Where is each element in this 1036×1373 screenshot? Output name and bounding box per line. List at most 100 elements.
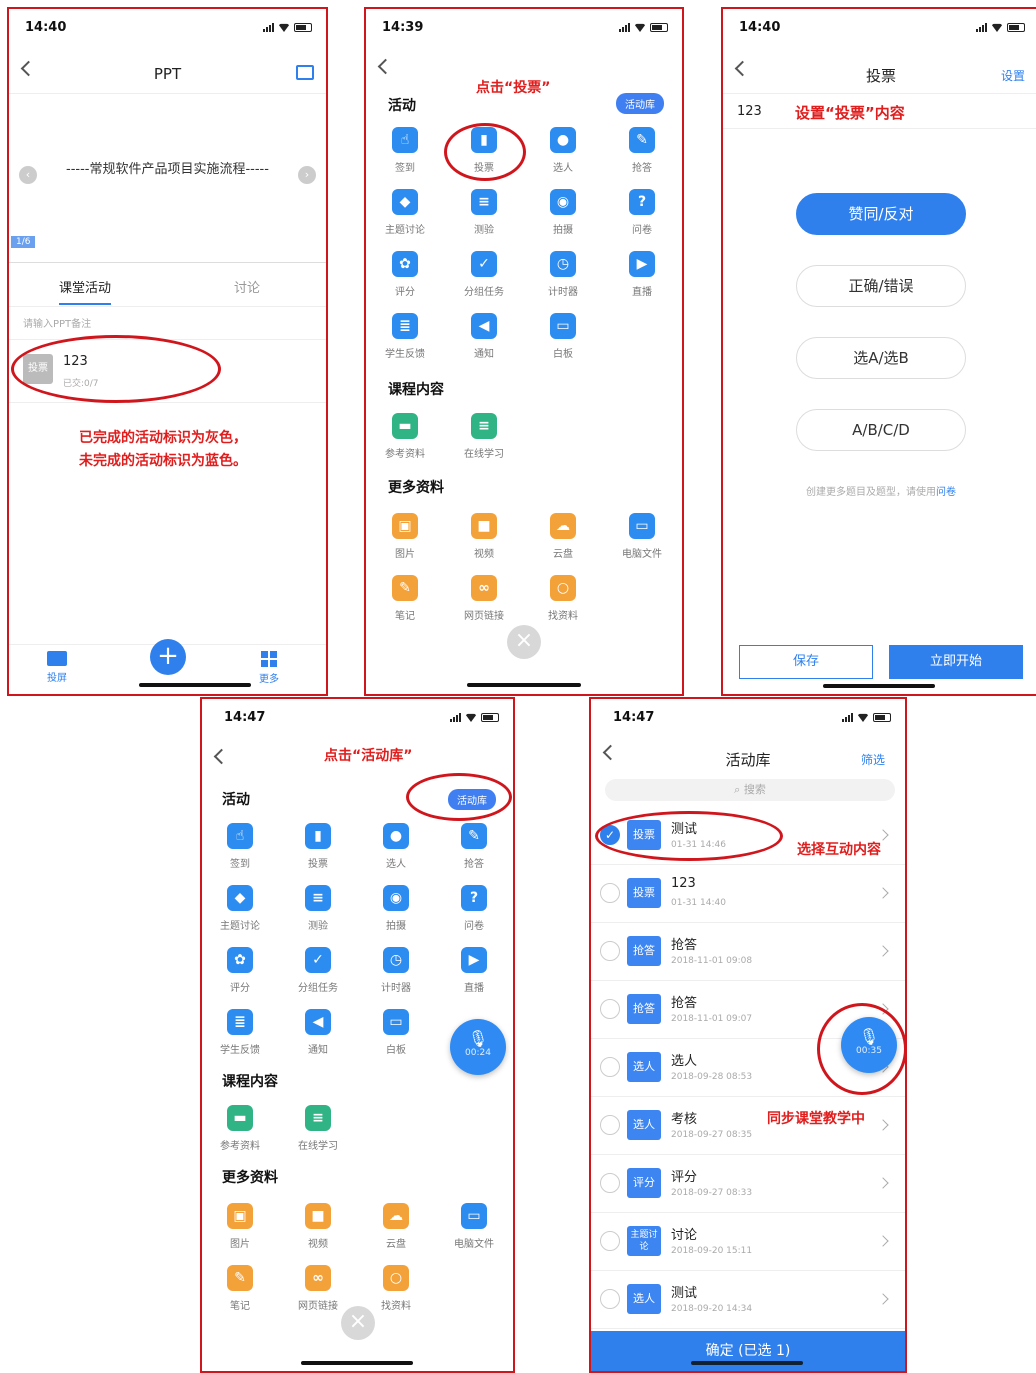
grid-item[interactable]: ≡ 在线学习 <box>283 1105 353 1152</box>
library-row[interactable]: 选人 测试 2018-09-20 14:34 <box>591 1271 905 1329</box>
voice-recording-button[interactable]: 🎙 00:35 <box>841 1017 897 1073</box>
start-button[interactable]: 立即开始 <box>889 645 1023 679</box>
grid-item[interactable]: ○ 找资料 <box>361 1265 431 1312</box>
grid-item[interactable]: ✎ 抢答 <box>607 127 677 174</box>
select-radio[interactable] <box>600 1057 620 1077</box>
grid-item[interactable]: ☁ 云盘 <box>361 1203 431 1250</box>
tab-discussion[interactable]: 讨论 <box>234 277 260 296</box>
select-radio[interactable] <box>600 1115 620 1135</box>
grid-item[interactable]: ◆ 主题讨论 <box>370 189 440 236</box>
option-a-b[interactable]: 选A/选B <box>796 337 966 379</box>
grid-item[interactable]: ? 问卷 <box>607 189 677 236</box>
tab-class-activity[interactable]: 课堂活动 <box>59 277 112 305</box>
grid-item[interactable]: ■ 视频 <box>283 1203 353 1250</box>
grid-item[interactable]: ? 问卷 <box>439 885 509 932</box>
grid-item[interactable]: ✓ 分组任务 <box>449 251 519 298</box>
confirm-button[interactable]: 确定 (已选 1) <box>591 1331 905 1371</box>
select-radio[interactable] <box>600 1231 620 1251</box>
activity-type-tag: 选人 <box>627 1284 661 1314</box>
slide-text: -----常规软件产品项目实施流程----- <box>66 162 269 177</box>
questionnaire-link[interactable]: 问卷 <box>936 487 956 498</box>
share-icon[interactable] <box>296 65 314 80</box>
grid-item[interactable]: ≡ 测验 <box>283 885 353 932</box>
grid-item[interactable]: ▬ 参考资料 <box>370 413 440 460</box>
back-icon[interactable] <box>377 58 394 75</box>
filter-link[interactable]: 筛选 <box>861 751 885 768</box>
select-radio[interactable] <box>600 941 620 961</box>
add-button[interactable]: + <box>150 639 186 675</box>
grid-item[interactable]: ▣ 图片 <box>205 1203 275 1250</box>
grid-item[interactable]: ◉ 拍摄 <box>361 885 431 932</box>
status-time: 14:47 <box>613 710 655 725</box>
activity-item[interactable]: 投票 123 已交:0/7 <box>9 339 326 403</box>
grid-item[interactable]: ≡ 测验 <box>449 189 519 236</box>
close-icon[interactable]: × <box>507 625 541 659</box>
library-row[interactable]: 抢答 抢答 2018-11-01 09:08 <box>591 923 905 981</box>
grid-item[interactable]: ▮ 投票 <box>449 127 519 174</box>
select-radio[interactable]: ✓ <box>600 825 620 845</box>
grid-item[interactable]: ● 选人 <box>361 823 431 870</box>
activity-icon: ▭ <box>629 513 655 539</box>
grid-item[interactable]: ∞ 网页链接 <box>283 1265 353 1312</box>
grid-item[interactable]: ● 选人 <box>528 127 598 174</box>
grid-item[interactable]: ☝ 签到 <box>205 823 275 870</box>
search-input[interactable]: ⌕ 搜索 <box>605 779 895 801</box>
select-radio[interactable] <box>600 999 620 1019</box>
grid-item[interactable]: ≣ 学生反馈 <box>370 313 440 360</box>
activity-library-button[interactable]: 活动库 <box>616 93 664 114</box>
grid-item[interactable]: ≡ 在线学习 <box>449 413 519 460</box>
next-slide-icon[interactable]: › <box>298 166 316 184</box>
library-row[interactable]: 投票 123 01-31 14:40 <box>591 865 905 923</box>
grid-item[interactable]: ▶ 直播 <box>439 947 509 994</box>
grid-item[interactable]: ✿ 评分 <box>205 947 275 994</box>
grid-item[interactable]: ▭ 白板 <box>361 1009 431 1056</box>
select-radio[interactable] <box>600 1289 620 1309</box>
grid-item[interactable]: ▭ 电脑文件 <box>607 513 677 560</box>
activity-library-button[interactable]: 活动库 <box>448 789 496 810</box>
activity-name: 123 <box>63 354 88 369</box>
cast-button[interactable]: 投屏 <box>47 651 67 685</box>
grid-item[interactable]: ◀ 通知 <box>283 1009 353 1056</box>
grid-item[interactable]: ▭ 白板 <box>528 313 598 360</box>
grid-item[interactable]: ▶ 直播 <box>607 251 677 298</box>
grid-item[interactable]: ▮ 投票 <box>283 823 353 870</box>
grid-item[interactable]: ✓ 分组任务 <box>283 947 353 994</box>
voice-recording-button[interactable]: 🎙 00:24 <box>450 1019 506 1075</box>
grid-item[interactable]: ◷ 计时器 <box>528 251 598 298</box>
grid-item[interactable]: ◷ 计时器 <box>361 947 431 994</box>
grid-item[interactable]: ◆ 主题讨论 <box>205 885 275 932</box>
close-icon[interactable]: × <box>341 1306 375 1340</box>
vote-title-input[interactable]: 123 <box>737 104 762 119</box>
option-abcd[interactable]: A/B/C/D <box>796 409 966 451</box>
grid-icon <box>261 651 277 667</box>
select-radio[interactable] <box>600 1173 620 1193</box>
select-radio[interactable] <box>600 883 620 903</box>
grid-item[interactable]: ✎ 笔记 <box>370 575 440 622</box>
settings-link[interactable]: 设置 <box>1001 67 1025 84</box>
ppt-note-input[interactable]: 请输入PPT备注 <box>23 315 91 330</box>
grid-item[interactable]: ◉ 拍摄 <box>528 189 598 236</box>
grid-item[interactable]: ✿ 评分 <box>370 251 440 298</box>
grid-item[interactable]: ▬ 参考资料 <box>205 1105 275 1152</box>
grid-item[interactable]: ✎ 抢答 <box>439 823 509 870</box>
grid-item[interactable]: ☁ 云盘 <box>528 513 598 560</box>
library-row[interactable]: 评分 评分 2018-09-27 08:33 <box>591 1155 905 1213</box>
grid-item[interactable]: ≣ 学生反馈 <box>205 1009 275 1056</box>
grid-item[interactable]: ■ 视频 <box>449 513 519 560</box>
grid-item[interactable]: ◀ 通知 <box>449 313 519 360</box>
grid-item-label: 投票 <box>308 859 328 870</box>
option-agree-disagree[interactable]: 赞同/反对 <box>796 193 966 235</box>
save-button[interactable]: 保存 <box>739 645 873 679</box>
more-button[interactable]: 更多 <box>259 651 279 686</box>
grid-item[interactable]: ▣ 图片 <box>370 513 440 560</box>
grid-item[interactable]: ✎ 笔记 <box>205 1265 275 1312</box>
library-row[interactable]: 主题讨论 讨论 2018-09-20 15:11 <box>591 1213 905 1271</box>
option-true-false[interactable]: 正确/错误 <box>796 265 966 307</box>
grid-item-label: 测验 <box>474 225 494 236</box>
grid-item[interactable]: ○ 找资料 <box>528 575 598 622</box>
grid-item[interactable]: ∞ 网页链接 <box>449 575 519 622</box>
back-icon[interactable] <box>213 748 230 765</box>
grid-item[interactable]: ▭ 电脑文件 <box>439 1203 509 1250</box>
grid-item-label: 选人 <box>553 163 573 174</box>
grid-item[interactable]: ☝ 签到 <box>370 127 440 174</box>
